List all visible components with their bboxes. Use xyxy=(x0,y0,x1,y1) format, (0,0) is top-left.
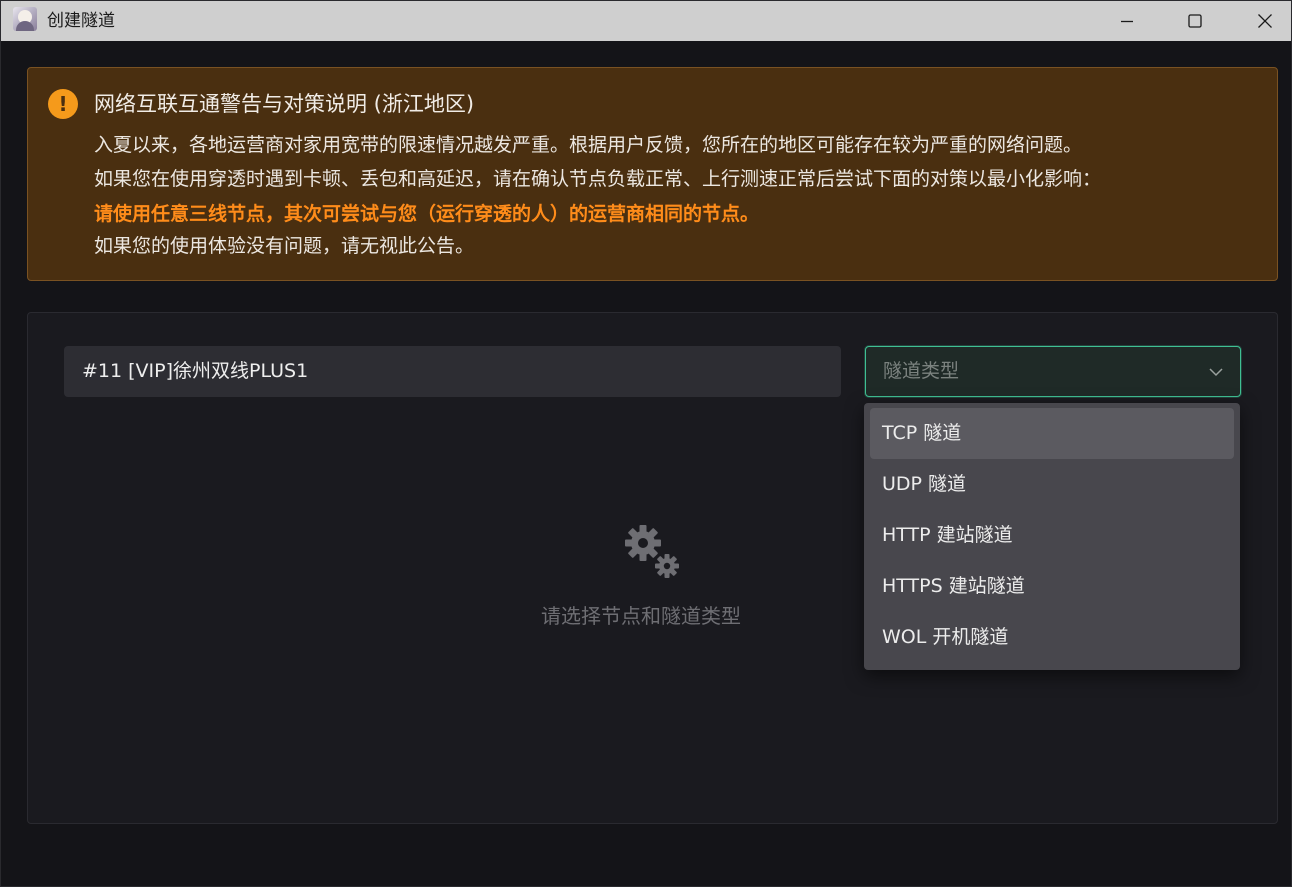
chevron-down-icon xyxy=(1209,368,1223,377)
empty-state-message: 请选择节点和隧道类型 xyxy=(541,604,741,628)
banner-text-line: 如果您在使用穿透时遇到卡顿、丢包和高延迟，请在确认节点负载正常、上行测速正常后尝… xyxy=(94,168,1102,190)
tunnel-type-option-http[interactable]: HTTP 建站隧道 xyxy=(870,510,1234,561)
app-avatar-icon xyxy=(13,7,37,31)
window-title: 创建隧道 xyxy=(47,11,115,31)
banner-title: 网络互联互通警告与对策说明 (浙江地区) xyxy=(94,92,475,116)
create-tunnel-window: 创建隧道 ! 网络互联互通警告与对策说明 (浙江地区) 入夏以来，各地运营商对家… xyxy=(0,0,1292,887)
close-button[interactable] xyxy=(1237,1,1292,41)
maximize-button[interactable] xyxy=(1167,1,1223,41)
banner-text-line: 入夏以来，各地运营商对家用宽带的限速情况越发严重。根据用户反馈，您所在的地区可能… xyxy=(94,134,1083,156)
node-select-field[interactable]: #11 [VIP]徐州双线PLUS1 xyxy=(64,346,841,397)
banner-text-line: 如果您的使用体验没有问题，请无视此公告。 xyxy=(94,235,475,257)
tunnel-type-option-wol[interactable]: WOL 开机隧道 xyxy=(870,612,1234,663)
tunnel-type-placeholder: 隧道类型 xyxy=(883,360,960,382)
banner-highlight-line: 请使用任意三线节点，其次可尝试与您（运行穿透的人）的运营商相同的节点。 xyxy=(94,203,760,225)
tunnel-type-select[interactable]: 隧道类型 xyxy=(865,346,1241,397)
minimize-button[interactable] xyxy=(1099,1,1155,41)
maximize-icon xyxy=(1188,14,1202,28)
warning-icon: ! xyxy=(48,89,78,119)
tunnel-type-option-https[interactable]: HTTPS 建站隧道 xyxy=(870,561,1234,612)
tunnel-type-option-udp[interactable]: UDP 隧道 xyxy=(870,459,1234,510)
network-warning-banner: ! 网络互联互通警告与对策说明 (浙江地区) 入夏以来，各地运营商对家用宽带的限… xyxy=(27,67,1278,281)
tunnel-type-dropdown: TCP 隧道 UDP 隧道 HTTP 建站隧道 HTTPS 建站隧道 WOL 开… xyxy=(864,403,1240,670)
close-icon xyxy=(1258,14,1272,28)
tunnel-type-option-tcp[interactable]: TCP 隧道 xyxy=(870,408,1234,459)
gears-icon xyxy=(625,525,679,578)
title-bar: 创建隧道 xyxy=(1,1,1291,41)
minimize-icon xyxy=(1121,20,1133,23)
